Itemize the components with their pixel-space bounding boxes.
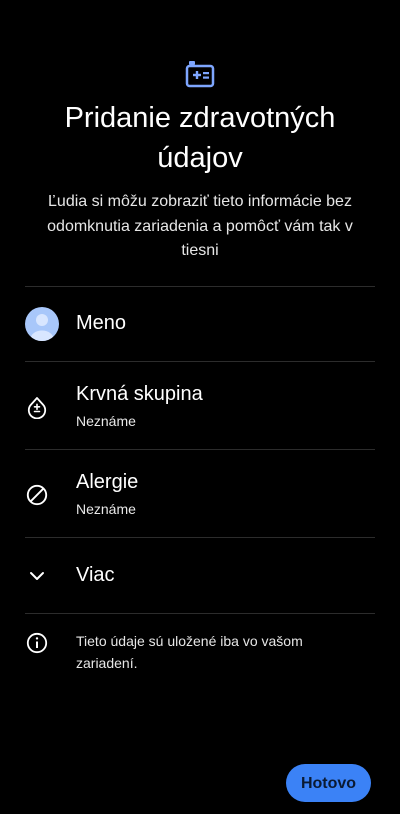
- block-icon: [26, 484, 48, 506]
- blood-type-row[interactable]: Krvná skupina Neznáme: [0, 362, 400, 449]
- chevron-down-icon: [30, 572, 44, 580]
- info-icon: [26, 632, 48, 654]
- page-title: Pridanie zdravotných údajov: [64, 102, 336, 174]
- medical-id-card-icon: [185, 61, 215, 88]
- allergies-row[interactable]: Alergie Neznáme: [0, 450, 400, 537]
- divider: [25, 613, 375, 614]
- name-label: Meno: [76, 312, 127, 334]
- allergies-label: Alergie: [76, 471, 139, 493]
- page-subtitle: Ľudia si môžu zobraziť tieto informácie …: [47, 193, 353, 259]
- blood-type-value: Neznáme: [76, 413, 136, 429]
- name-row[interactable]: Meno: [0, 287, 400, 361]
- blood-type-label: Krvná skupina: [76, 383, 203, 405]
- allergies-value: Neznáme: [76, 501, 136, 517]
- avatar-icon: [25, 307, 59, 341]
- more-row[interactable]: Viac: [0, 538, 400, 613]
- more-label: Viac: [76, 564, 115, 586]
- done-button[interactable]: Hotovo: [286, 764, 371, 802]
- storage-info-text: Tieto údaje sú uložené iba vo vašom zari…: [76, 633, 303, 671]
- blood-drop-icon: [27, 397, 47, 419]
